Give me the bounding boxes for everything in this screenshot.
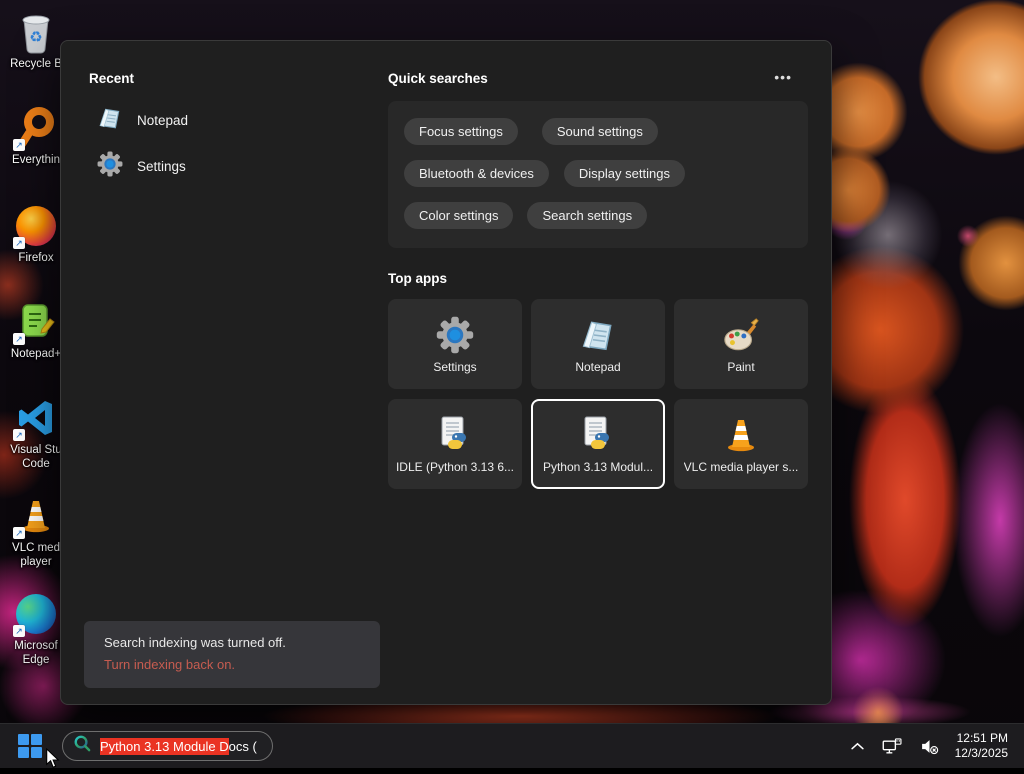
top-app-label: Settings xyxy=(433,360,476,374)
desktop-icon-vlc[interactable]: ↗ VLC med player xyxy=(4,494,68,569)
pill-focus-settings[interactable]: Focus settings xyxy=(404,118,518,145)
top-app-notepad[interactable]: Notepad xyxy=(531,299,665,389)
desktop-icon-edge[interactable]: ↗ Microsof Edge xyxy=(4,592,68,667)
search-query-text: Python 3.13 Module Docs ( xyxy=(100,739,257,754)
top-app-vlc-skinned[interactable]: VLC media player s... xyxy=(674,399,808,489)
firefox-icon: ↗ xyxy=(14,204,58,248)
recent-item-label: Settings xyxy=(137,159,186,174)
python-doc-icon xyxy=(435,414,475,456)
indexing-notice: Search indexing was turned off. Turn ind… xyxy=(84,621,380,688)
edge-icon: ↗ xyxy=(14,592,58,636)
top-app-label: IDLE (Python 3.13 6... xyxy=(396,460,514,474)
notepad-plus-plus-icon: ↗ xyxy=(14,300,58,344)
search-query-highlighted: Python 3.13 Module D xyxy=(100,738,229,755)
desktop-icon-label: Notepad+ xyxy=(4,347,68,361)
settings-gear-icon xyxy=(97,151,123,182)
desktop-icon-notepad-plus-plus[interactable]: ↗ Notepad+ xyxy=(4,300,68,361)
vscode-icon: ↗ xyxy=(14,396,58,440)
top-app-settings[interactable]: Settings xyxy=(388,299,522,389)
pill-display-settings[interactable]: Display settings xyxy=(564,160,685,187)
turn-indexing-on-link[interactable]: Turn indexing back on. xyxy=(104,657,235,672)
pill-bluetooth-devices[interactable]: Bluetooth & devices xyxy=(404,160,549,187)
quick-searches-title: Quick searches xyxy=(388,71,488,86)
recent-section-title: Recent xyxy=(89,71,134,86)
top-app-label: VLC media player s... xyxy=(684,460,799,474)
recent-item-label: Notepad xyxy=(137,113,188,128)
shortcut-arrow-icon: ↗ xyxy=(13,237,25,249)
recycle-bin-icon: ♻ xyxy=(14,10,58,54)
quick-searches-card: Focus settings Sound settings Bluetooth … xyxy=(388,101,808,248)
top-app-label: Paint xyxy=(727,360,754,374)
indexing-notice-message: Search indexing was turned off. xyxy=(104,635,360,650)
pill-color-settings[interactable]: Color settings xyxy=(404,202,513,229)
vlc-cone-icon: ↗ xyxy=(14,494,58,538)
recent-list: Notepad Settings xyxy=(85,97,365,189)
python-doc-icon xyxy=(578,414,618,456)
chevron-up-icon[interactable] xyxy=(845,737,870,756)
top-app-idle-python[interactable]: IDLE (Python 3.13 6... xyxy=(388,399,522,489)
search-query-rest: ocs ( xyxy=(229,739,257,754)
taskbar-search-input[interactable]: Python 3.13 Module Docs ( xyxy=(62,731,273,761)
desktop-icon-label: Everythin xyxy=(4,153,68,167)
notepad-icon xyxy=(579,314,617,356)
top-app-paint[interactable]: Paint xyxy=(674,299,808,389)
desktop-icon-label: Microsof Edge xyxy=(4,639,68,667)
svg-text:♻: ♻ xyxy=(29,29,42,46)
notepad-icon xyxy=(97,105,123,136)
shortcut-arrow-icon: ↗ xyxy=(13,625,25,637)
paint-palette-icon xyxy=(721,314,761,356)
network-icon[interactable] xyxy=(876,733,908,760)
more-options-icon[interactable]: ••• xyxy=(768,65,798,89)
windows-logo-icon xyxy=(18,734,42,758)
pill-sound-settings[interactable]: Sound settings xyxy=(542,118,658,145)
shortcut-arrow-icon: ↗ xyxy=(13,429,25,441)
pill-search-settings[interactable]: Search settings xyxy=(527,202,647,229)
everything-search-icon: ↗ xyxy=(14,106,58,150)
desktop-icon-firefox[interactable]: ↗ Firefox xyxy=(4,204,68,265)
vlc-cone-icon xyxy=(721,414,761,456)
recent-item-settings[interactable]: Settings xyxy=(85,143,365,189)
top-app-python-module-docs[interactable]: Python 3.13 Modul... xyxy=(531,399,665,489)
taskbar-clock[interactable]: 12:51 PM 12/3/2025 xyxy=(951,729,1012,763)
clock-date: 12/3/2025 xyxy=(955,746,1008,761)
settings-gear-icon xyxy=(436,314,474,356)
volume-muted-icon[interactable] xyxy=(914,733,945,760)
top-apps-grid: Settings Notepad xyxy=(388,299,808,489)
desktop-icon-recycle-bin[interactable]: ♻ Recycle B xyxy=(4,10,68,71)
shortcut-arrow-icon: ↗ xyxy=(13,139,25,151)
desktop-icon-label: Recycle B xyxy=(4,57,68,71)
shortcut-arrow-icon: ↗ xyxy=(13,527,25,539)
search-flyout-panel: Recent Notepad xyxy=(60,40,832,705)
desktop-icon-label: Firefox xyxy=(4,251,68,265)
search-icon xyxy=(73,734,92,758)
desktop-icon-label: VLC med player xyxy=(4,541,68,569)
taskbar: Python 3.13 Module Docs ( 12:51 PM xyxy=(0,723,1024,768)
desktop-icon-visual-studio-code[interactable]: ↗ Visual Stu Code xyxy=(4,396,68,471)
desktop-icon-everything[interactable]: ↗ Everythin xyxy=(4,106,68,167)
desktop-icon-label: Visual Stu Code xyxy=(4,443,68,471)
top-app-label: Notepad xyxy=(575,360,620,374)
start-button[interactable] xyxy=(10,727,50,765)
shortcut-arrow-icon: ↗ xyxy=(13,333,25,345)
recent-item-notepad[interactable]: Notepad xyxy=(85,97,365,143)
clock-time: 12:51 PM xyxy=(955,731,1008,746)
system-tray: 12:51 PM 12/3/2025 xyxy=(845,729,1024,763)
top-app-label: Python 3.13 Modul... xyxy=(543,460,653,474)
top-apps-title: Top apps xyxy=(388,271,447,286)
